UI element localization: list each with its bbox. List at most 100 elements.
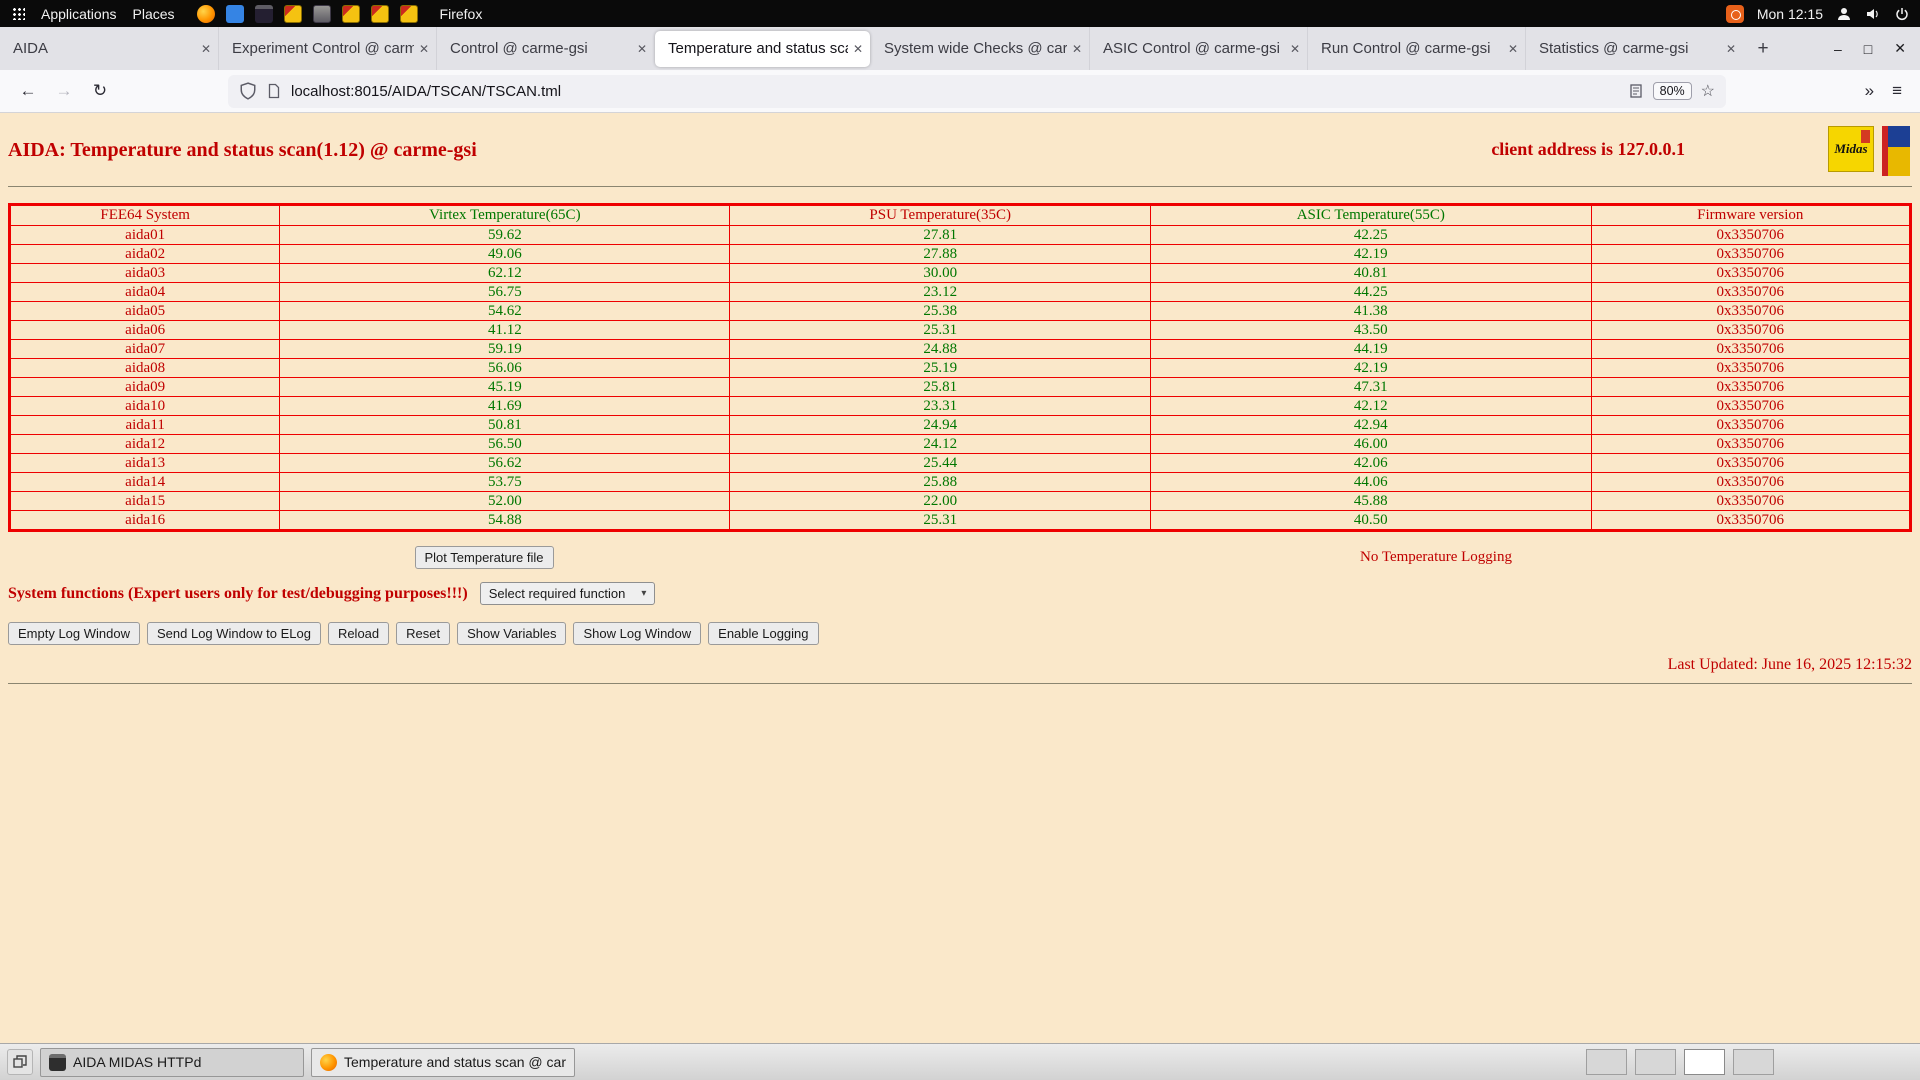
cell-system: aida08: [8, 358, 281, 378]
clock[interactable]: Mon 12:15: [1757, 6, 1823, 22]
cell-system: aida02: [8, 244, 281, 264]
tab-close-icon[interactable]: ✕: [1072, 42, 1082, 56]
tab-close-icon[interactable]: ✕: [1726, 42, 1736, 56]
page-info-icon[interactable]: [266, 83, 282, 99]
table-row: aida06 41.12 25.31 43.50 0x3350706: [8, 320, 1912, 340]
tab-close-icon[interactable]: ✕: [419, 42, 429, 56]
places-menu[interactable]: Places: [133, 6, 175, 22]
cell-firmware: 0x3350706: [1590, 510, 1912, 531]
table-row: aida07 59.19 24.88 44.19 0x3350706: [8, 339, 1912, 359]
cell-asic: 44.06: [1150, 472, 1592, 492]
cell-firmware: 0x3350706: [1590, 301, 1912, 321]
workspace-box[interactable]: [1733, 1049, 1774, 1075]
system-functions-row: System functions (Expert users only for …: [8, 582, 1912, 605]
function-select[interactable]: Select required function ▾: [479, 582, 656, 605]
browser-tab[interactable]: AIDA ✕: [0, 27, 218, 70]
workspace-box[interactable]: [1635, 1049, 1676, 1075]
user-icon[interactable]: [1836, 6, 1852, 22]
tab-close-icon[interactable]: ✕: [201, 42, 211, 56]
url-bar[interactable]: localhost:8015/AIDA/TSCAN/TSCAN.tml 80% …: [228, 74, 1726, 108]
new-tab-button[interactable]: +: [1748, 34, 1778, 64]
action-button[interactable]: Show Variables: [457, 622, 567, 645]
browser-tab[interactable]: ASIC Control @ carme-gsi ✕: [1089, 27, 1307, 70]
midas-launcher-icon[interactable]: [399, 4, 418, 23]
browser-tab[interactable]: Temperature and status scan @ carme-gsi ✕: [655, 30, 870, 67]
window-controls: – □ ✕: [1834, 40, 1920, 57]
table-row: aida11 50.81 24.94 42.94 0x3350706: [8, 415, 1912, 435]
browser-tab[interactable]: Experiment Control @ carme-gsi ✕: [218, 27, 436, 70]
forward-icon[interactable]: →: [48, 75, 80, 107]
cell-virtex: 53.75: [279, 472, 731, 492]
url-text[interactable]: localhost:8015/AIDA/TSCAN/TSCAN.tml: [291, 83, 1619, 100]
tab-title: Experiment Control @ carme-gsi: [232, 40, 414, 57]
page-title: AIDA: Temperature and status scan(1.12) …: [8, 139, 477, 161]
firefox-launcher-icon[interactable]: [196, 4, 215, 23]
files-launcher-icon[interactable]: [225, 4, 244, 23]
table-header-row: FEE64 System Virtex Temperature(65C) PSU T…: [8, 204, 1912, 226]
minimize-button[interactable]: –: [1834, 41, 1842, 57]
workspace-box[interactable]: [1684, 1049, 1725, 1075]
taskbar-task[interactable]: AIDA MIDAS HTTPd: [40, 1047, 304, 1077]
plot-temperature-button[interactable]: Plot Temperature file: [414, 546, 554, 569]
applications-menu[interactable]: Applications: [41, 6, 117, 22]
midas-launcher-icon[interactable]: [283, 4, 302, 23]
cell-psu: 25.31: [729, 510, 1152, 531]
midas-launcher-icon[interactable]: [370, 4, 389, 23]
cell-asic: 47.31: [1150, 377, 1592, 397]
browser-tab[interactable]: System wide Checks @ carme-gsi ✕: [871, 27, 1089, 70]
zoom-level-chip[interactable]: 80%: [1652, 82, 1692, 100]
launcher-row: [196, 4, 418, 23]
active-app-name[interactable]: Firefox: [440, 6, 483, 22]
page-content: Midas AIDA: Temperature and status scan(…: [0, 113, 1920, 1043]
table-row: aida01 59.62 27.81 42.25 0x3350706: [8, 225, 1912, 245]
action-button[interactable]: Reset: [396, 622, 451, 645]
show-desktop-button[interactable]: [7, 1049, 33, 1075]
browser-tab[interactable]: Statistics @ carme-gsi ✕: [1525, 27, 1743, 70]
action-button[interactable]: Send Log Window to ELog: [147, 622, 321, 645]
divider: [8, 186, 1912, 187]
hamburger-menu-icon[interactable]: ≡: [1892, 81, 1902, 101]
cell-system: aida14: [8, 472, 281, 492]
action-button[interactable]: Enable Logging: [708, 622, 819, 645]
tab-title: Control @ carme-gsi: [450, 40, 588, 57]
shield-icon[interactable]: [239, 82, 257, 100]
table-row: aida04 56.75 23.12 44.25 0x3350706: [8, 282, 1912, 302]
tab-close-icon[interactable]: ✕: [1508, 42, 1518, 56]
cell-virtex: 56.06: [279, 358, 731, 378]
menu-grid-icon[interactable]: [12, 7, 25, 20]
screen-record-icon[interactable]: [1725, 4, 1744, 23]
overflow-menu-icon[interactable]: »: [1865, 81, 1874, 101]
action-button[interactable]: Empty Log Window: [8, 622, 140, 645]
table-row: aida09 45.19 25.81 47.31 0x3350706: [8, 377, 1912, 397]
cell-virtex: 62.12: [279, 263, 731, 283]
back-icon[interactable]: ←: [12, 75, 44, 107]
browser-tab[interactable]: Run Control @ carme-gsi ✕: [1307, 27, 1525, 70]
bookmark-star-icon[interactable]: ☆: [1701, 81, 1715, 101]
power-icon[interactable]: [1894, 6, 1910, 22]
institute-logo: [1882, 126, 1910, 176]
cell-psu: 25.88: [729, 472, 1152, 492]
windows-icon: [13, 1055, 27, 1068]
app-launcher-icon[interactable]: [312, 4, 331, 23]
workspace-box[interactable]: [1586, 1049, 1627, 1075]
terminal-launcher-icon[interactable]: [254, 4, 273, 23]
action-button[interactable]: Reload: [327, 622, 390, 645]
maximize-button[interactable]: □: [1864, 41, 1872, 57]
tab-close-icon[interactable]: ✕: [1290, 42, 1300, 56]
tab-close-icon[interactable]: ✕: [853, 42, 863, 56]
function-select-value: Select required function: [488, 586, 626, 601]
action-button[interactable]: Show Log Window: [573, 622, 702, 645]
taskbar-task[interactable]: Temperature and status scan @ car...: [311, 1047, 575, 1077]
volume-icon[interactable]: [1865, 6, 1881, 22]
browser-tab[interactable]: Control @ carme-gsi ✕: [436, 27, 654, 70]
column-header: FEE64 System: [8, 204, 281, 226]
table-body: aida01 59.62 27.81 42.25 0x3350706 aida02 49.0…: [8, 225, 1912, 531]
table-row: aida14 53.75 25.88 44.06 0x3350706: [8, 472, 1912, 492]
toolbar-end: » ≡: [1865, 81, 1908, 101]
tab-close-icon[interactable]: ✕: [637, 42, 647, 56]
reload-icon[interactable]: ↻: [84, 75, 116, 107]
close-button[interactable]: ✕: [1894, 40, 1906, 57]
cell-asic: 44.19: [1150, 339, 1592, 359]
reader-mode-icon[interactable]: [1628, 83, 1644, 99]
midas-launcher-icon[interactable]: [341, 4, 360, 23]
